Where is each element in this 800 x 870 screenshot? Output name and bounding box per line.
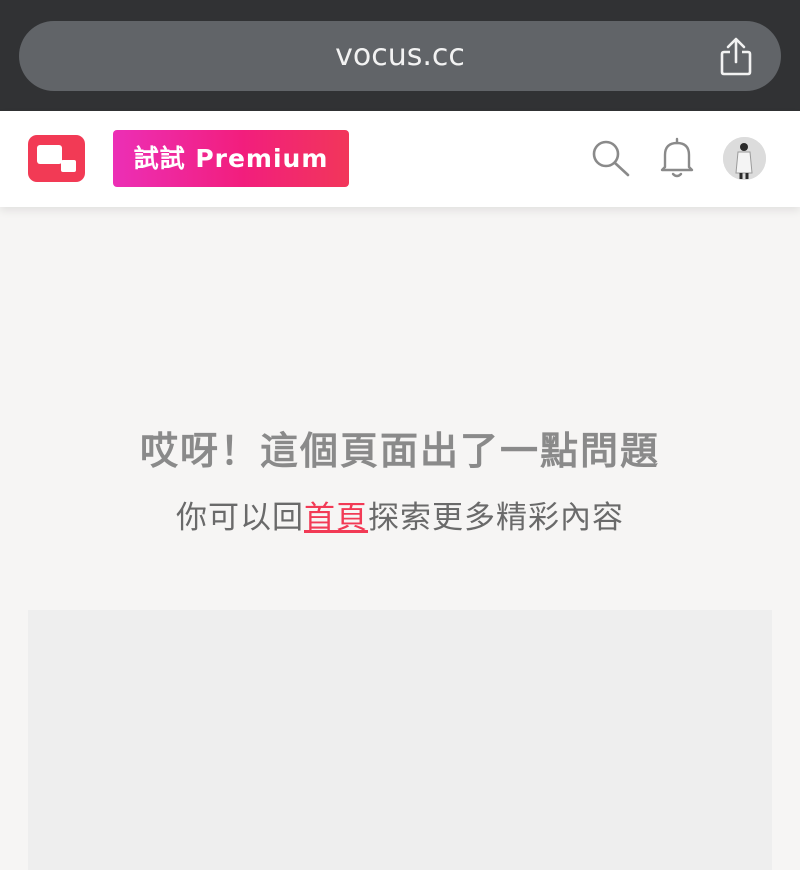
vocus-logo-icon[interactable]: [28, 135, 85, 182]
home-link[interactable]: 首頁: [304, 500, 368, 536]
user-avatar[interactable]: [723, 137, 766, 180]
error-message-prefix: 你可以回: [176, 500, 304, 536]
site-header: 試試 Premium: [0, 111, 800, 207]
bell-icon[interactable]: [655, 136, 699, 180]
error-message: 你可以回首頁探索更多精彩內容: [0, 492, 800, 537]
search-icon[interactable]: [588, 136, 632, 180]
address-bar[interactable]: vocus.cc: [19, 21, 781, 91]
content-placeholder: [28, 610, 772, 870]
url-text[interactable]: vocus.cc: [19, 21, 781, 91]
try-premium-button[interactable]: 試試 Premium: [113, 130, 349, 187]
share-icon[interactable]: [719, 37, 753, 77]
error-title: 哎呀！這個頁面出了一點問題: [139, 429, 660, 473]
error-message-suffix: 探索更多精彩內容: [368, 500, 624, 536]
browser-toolbar: vocus.cc: [0, 0, 800, 111]
